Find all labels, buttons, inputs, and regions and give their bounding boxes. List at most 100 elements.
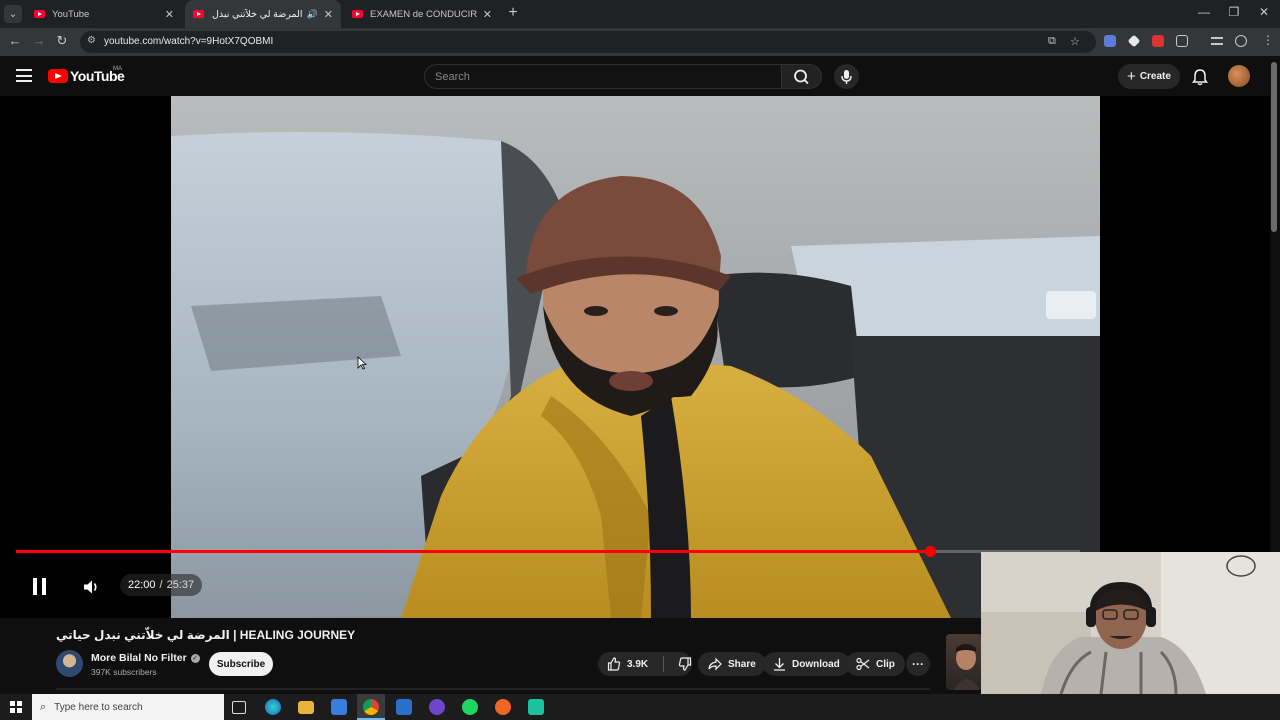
- progress-played: [16, 550, 930, 553]
- microsoft-store-icon[interactable]: [331, 699, 347, 715]
- current-time: 22:00: [128, 579, 156, 591]
- audio-playing-icon[interactable]: 🔊: [307, 9, 318, 20]
- next-video-thumbnail[interactable]: [946, 634, 982, 690]
- browser-menu-icon[interactable]: ⋮: [1259, 33, 1277, 47]
- verified-check-icon: ✓: [190, 653, 200, 663]
- browser-toolbar: ← → ↻ ⚙ youtube.com/watch?v=9HotX7QOBMI …: [0, 28, 1280, 56]
- minimize-button[interactable]: —: [1194, 5, 1214, 19]
- restore-button[interactable]: ❐: [1224, 5, 1244, 19]
- clip-button[interactable]: Clip: [846, 652, 905, 676]
- taskbar-search-placeholder: Type here to search: [54, 701, 143, 713]
- youtube-logo-icon[interactable]: [48, 69, 68, 83]
- like-button[interactable]: 3.9K: [598, 657, 657, 671]
- pause-button[interactable]: [33, 578, 47, 595]
- search-icon: ⌕: [40, 700, 47, 713]
- search-placeholder: Search: [435, 71, 470, 83]
- subscriber-count: 397K subscribers: [91, 667, 157, 677]
- browser-tab-examen[interactable]: EXAMEN de CONDUCIR en ... ✕: [344, 0, 500, 28]
- taskbar-search-input[interactable]: ⌕ Type here to search: [32, 694, 224, 720]
- more-actions-button[interactable]: ···: [906, 652, 930, 676]
- extension-diamond-icon[interactable]: [1127, 34, 1141, 48]
- install-app-icon[interactable]: ⧉: [1048, 35, 1056, 48]
- outlook-icon[interactable]: [396, 699, 412, 715]
- volume-icon[interactable]: [82, 578, 100, 596]
- video-frame[interactable]: [171, 96, 1100, 618]
- webcam-overlay: [981, 552, 1280, 694]
- duration: 25:37: [166, 579, 195, 591]
- share-arrow-icon: [708, 657, 722, 671]
- spotify-icon[interactable]: [462, 699, 478, 715]
- voice-search-button[interactable]: [834, 64, 859, 89]
- reload-button[interactable]: ↻: [53, 33, 71, 49]
- region-code: MA: [113, 66, 122, 72]
- thumbs-down-icon: [678, 657, 692, 671]
- create-button[interactable]: + Create: [1118, 64, 1180, 89]
- new-tab-button[interactable]: +: [504, 4, 522, 22]
- messenger-icon[interactable]: [429, 699, 445, 715]
- like-divider: [663, 656, 664, 672]
- microphone-icon: [841, 70, 852, 84]
- site-info-icon[interactable]: ⚙: [87, 35, 96, 46]
- youtube-favicon-icon: [193, 10, 204, 18]
- tab-title: المرضة لي خلاّتني نبدل حياتي...: [211, 8, 303, 20]
- file-explorer-icon[interactable]: [298, 701, 314, 714]
- share-label: Share: [728, 658, 756, 670]
- download-icon: [774, 658, 785, 671]
- profile-icon[interactable]: [1235, 35, 1247, 47]
- webcam-scene: [981, 552, 1280, 694]
- notifications-bell-icon[interactable]: [1191, 68, 1209, 86]
- media-app-icon[interactable]: [495, 699, 511, 715]
- address-bar[interactable]: ⚙ youtube.com/watch?v=9HotX7QOBMI ⧉ ☆: [80, 31, 1096, 53]
- progress-bar[interactable]: [16, 546, 1080, 557]
- browser-tab-strip: ⌄ YouTube ✕ المرضة لي خلاّتني نبدل حياتي…: [0, 0, 1280, 28]
- extension-red-icon[interactable]: [1152, 35, 1164, 47]
- create-label: Create: [1139, 71, 1171, 82]
- url-text[interactable]: youtube.com/watch?v=9HotX7QOBMI: [104, 36, 273, 47]
- forward-button[interactable]: →: [30, 33, 48, 48]
- search-button[interactable]: [782, 64, 822, 89]
- scissors-icon: [856, 657, 870, 671]
- tab-close-icon[interactable]: ✕: [324, 8, 333, 21]
- tab-close-icon[interactable]: ✕: [165, 8, 174, 21]
- channel-name-row[interactable]: More Bilal No Filter ✓: [91, 652, 200, 664]
- search-icon: [794, 69, 809, 85]
- youtube-favicon-icon: [34, 10, 45, 18]
- search-input[interactable]: Search: [424, 64, 782, 89]
- browser-tab-youtube[interactable]: YouTube ✕: [26, 0, 182, 28]
- edge-browser-icon[interactable]: [265, 699, 281, 715]
- chrome-browser-icon[interactable]: [363, 699, 379, 715]
- page-scrollbar[interactable]: [1271, 62, 1277, 232]
- tab-title: EXAMEN de CONDUCIR en ...: [370, 8, 477, 20]
- media-control-icon[interactable]: [1211, 37, 1223, 45]
- tab-search-button[interactable]: ⌄: [4, 5, 22, 23]
- video-player[interactable]: 22:00 / 25:37: [0, 96, 1270, 618]
- time-separator: /: [159, 579, 163, 591]
- extensions-puzzle-icon[interactable]: [1176, 35, 1188, 47]
- camera-app-icon[interactable]: [528, 699, 544, 715]
- translate-extension-icon[interactable]: [1104, 35, 1116, 47]
- account-avatar[interactable]: [1228, 65, 1250, 87]
- progress-scrubber-handle[interactable]: [924, 546, 936, 557]
- subscribe-button[interactable]: Subscribe: [209, 652, 273, 676]
- mouse-cursor-icon: [357, 356, 367, 370]
- video-scene: [171, 96, 1100, 618]
- windows-taskbar: ⌕ Type here to search: [0, 694, 1280, 720]
- clip-label: Clip: [876, 658, 895, 670]
- like-dislike-group: 3.9K: [598, 652, 692, 676]
- back-button[interactable]: ←: [6, 33, 24, 48]
- share-button[interactable]: Share: [698, 652, 766, 676]
- channel-name[interactable]: More Bilal No Filter: [91, 652, 187, 664]
- section-divider: [56, 688, 930, 690]
- menu-hamburger-icon[interactable]: [16, 69, 32, 82]
- windows-start-icon[interactable]: [10, 701, 22, 713]
- download-button[interactable]: Download: [763, 652, 850, 676]
- like-count: 3.9K: [627, 658, 649, 670]
- task-view-icon[interactable]: [232, 701, 246, 714]
- browser-tab-video[interactable]: المرضة لي خلاّتني نبدل حياتي... 🔊 ✕: [185, 0, 341, 28]
- bookmark-star-icon[interactable]: ☆: [1070, 35, 1080, 48]
- dislike-button[interactable]: [670, 657, 692, 671]
- youtube-favicon-icon: [352, 10, 363, 18]
- close-window-button[interactable]: ✕: [1254, 5, 1274, 19]
- tab-close-icon[interactable]: ✕: [483, 8, 492, 21]
- channel-avatar[interactable]: [56, 650, 83, 677]
